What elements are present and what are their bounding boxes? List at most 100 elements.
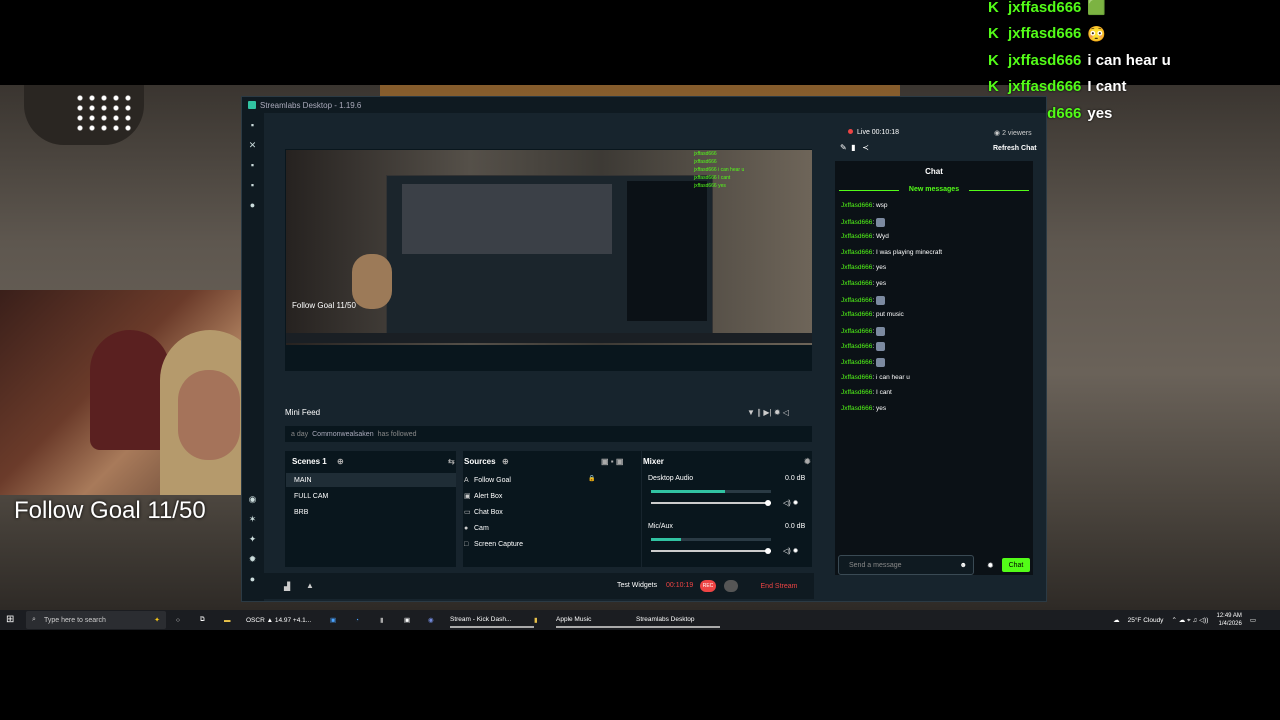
app-icon-1[interactable]: ▣ (330, 612, 336, 628)
chat-username[interactable]: Jxffasd666 (841, 219, 872, 226)
app-icon-3[interactable]: ▣ (404, 612, 410, 628)
widgets-icon[interactable]: ⧉ (200, 612, 205, 628)
chat-input[interactable]: Send a message ☻ (838, 555, 974, 575)
source-type-icon: □ (464, 540, 469, 548)
mixer-channel-controls[interactable]: ◁) ✹ (783, 499, 813, 507)
chat-username[interactable]: Jxffasd666 (841, 405, 872, 412)
taskbar-app[interactable]: Stream - Kick Dash... (450, 612, 534, 628)
weather-text[interactable]: 25°F Cloudy (1128, 617, 1164, 624)
scene-collection-icon[interactable]: ⇆ (448, 457, 455, 466)
taskbar-search-placeholder: Type here to search (44, 616, 106, 624)
volume-slider[interactable] (651, 500, 771, 506)
source-type-icon: A (464, 476, 469, 484)
streamlabs-window: Streamlabs Desktop - 1.19.6 ▪ ✕ ▪ ▪ ● ◉ … (241, 96, 1047, 602)
themes-icon[interactable]: ✕ (248, 141, 257, 150)
preview-chat-line: jxffasd666 I cant (694, 175, 731, 181)
source-item[interactable]: A Follow Goal (464, 473, 644, 487)
refresh-chat-button[interactable]: Refresh Chat (993, 145, 1037, 152)
scene-item[interactable]: MAIN (286, 473, 456, 487)
chat-username[interactable]: Jxffasd666 (841, 344, 872, 351)
mixer-settings-icon[interactable]: ✹ (804, 457, 811, 466)
end-stream-button[interactable]: End Stream (747, 577, 811, 595)
chat-username[interactable]: Jxffasd666 (841, 328, 872, 335)
emoji-icon[interactable]: ☻ (960, 562, 967, 569)
chat-username[interactable]: Jxffasd666 (841, 264, 872, 271)
discord-icon[interactable]: ◉ (428, 612, 434, 628)
chat-username[interactable]: Jxffasd666 (841, 359, 872, 366)
rec-button[interactable]: REC (700, 580, 716, 592)
test-widgets-button[interactable]: Test Widgets (617, 582, 657, 589)
chat-settings-icon[interactable]: ✹ (987, 561, 994, 570)
chat-username[interactable]: Jxffasd666 (841, 374, 872, 381)
clock[interactable]: 12:49 AM 1/4/2026 (1216, 612, 1241, 628)
source-tools-icon[interactable]: ▣ ▪ ▣ (601, 457, 623, 466)
stats-icon[interactable]: ▟ (284, 582, 290, 591)
chat-text: put music (875, 311, 904, 319)
chat-username[interactable]: Jxffasd666 (841, 311, 872, 318)
edge-icon[interactable]: ◔ (355, 612, 359, 628)
add-scene-icon[interactable]: ⊕ (337, 457, 344, 466)
notification-icon[interactable]: ▭ (1250, 616, 1256, 624)
chat-text: Wyd (875, 233, 889, 241)
stream-preview[interactable]: Follow Goal 11/50 jxffasd666 jxffasd666 jx… (286, 150, 812, 345)
source-item[interactable]: ▭ Chat Box (464, 505, 644, 519)
minifeed-user: Commonwealsaken (312, 430, 374, 438)
task-view-icon[interactable]: ○ (176, 612, 180, 628)
viewer-count-text: 2 viewers (1002, 130, 1032, 137)
file-explorer-icon[interactable]: ▬ (224, 612, 231, 628)
mixer-channel-controls[interactable]: ◁) ✹ (783, 547, 813, 555)
preview-nested-screen (386, 175, 713, 342)
overlay-chat-user: jxffasd666 (1008, 0, 1082, 16)
scene-item[interactable]: FULL CAM (286, 489, 456, 503)
app-icon-2[interactable]: ▮ (380, 612, 384, 628)
preview-webcam (352, 254, 392, 309)
chat-username[interactable]: Jxffasd666 (841, 297, 872, 304)
app-icon-4[interactable]: ▮ (534, 612, 538, 628)
alert-icon[interactable]: ▲ (306, 581, 314, 590)
minifeed-controls[interactable]: ▼ ∥ ▶| ✹ ◁ (747, 408, 789, 417)
chat-username[interactable]: Jxffasd666 (841, 233, 872, 240)
overlay-chat-message: 😳 (1087, 25, 1107, 43)
lock-icon[interactable]: 🔒 (588, 475, 595, 482)
scene-item[interactable]: BRB (286, 505, 456, 519)
gear-icon[interactable]: ✹ (248, 555, 257, 564)
layout-icon[interactable]: ▪ (248, 181, 257, 190)
taskbar-app[interactable]: OSCR ▲ 14.97 +4.1... (246, 612, 330, 628)
source-item[interactable]: □ Screen Capture (464, 537, 644, 551)
taskbar-app[interactable]: Apple Music (556, 612, 640, 628)
overlay-chat-message: yes (1087, 104, 1113, 122)
window-titlebar[interactable]: Streamlabs Desktop - 1.19.6 (242, 97, 1046, 113)
preview-chat-line: jxffasd666 (694, 159, 717, 165)
taskbar-search[interactable]: ⌕ Type here to search ✦ (26, 611, 166, 629)
user-icon[interactable]: ● (248, 575, 257, 584)
tray-icons[interactable]: ⌃ ☁ ⌖ ♫ ◁)) (1171, 616, 1208, 625)
overlay-chat-line: Kjxffasd666 i can hear u (988, 47, 1268, 74)
settings-icon[interactable]: ● (248, 201, 257, 210)
source-item[interactable]: ▣ Alert Box (464, 489, 644, 503)
link-icon[interactable]: ✶ (248, 515, 257, 524)
chat-username[interactable]: Jxffasd666 (841, 249, 872, 256)
viewer-count: ◉ 2 viewers (994, 130, 1032, 137)
add-source-icon[interactable]: ⊕ (502, 457, 509, 466)
volume-meter (651, 490, 771, 493)
chat-username[interactable]: Jxffasd666 (841, 389, 872, 396)
tools-icon[interactable]: ✦ (248, 535, 257, 544)
store-icon[interactable]: ▪ (248, 161, 257, 170)
mixer-channel-name: Mic/Aux (648, 523, 673, 530)
globe-icon[interactable]: ◉ (248, 495, 257, 504)
source-type-icon: ▭ (464, 509, 471, 516)
chat-username[interactable]: Jxffasd666 (841, 280, 872, 287)
chat-username[interactable]: Jxffasd666 (841, 202, 872, 209)
chat-emote-icon (875, 342, 885, 352)
source-label: Cam (474, 524, 489, 532)
overlay-chat-user: jxffasd666 (1008, 51, 1082, 69)
replay-buffer-button[interactable] (724, 580, 738, 592)
taskbar-app[interactable]: Streamlabs Desktop (636, 612, 720, 628)
source-item[interactable]: ● Cam (464, 521, 644, 535)
volume-slider[interactable] (651, 548, 771, 554)
gaming-chair (90, 330, 170, 450)
editor-icon[interactable]: ▪ (248, 121, 257, 130)
windows-start-icon[interactable]: ⊞ (6, 615, 16, 625)
chat-tools[interactable]: ✎ ▮ ≺ (840, 143, 869, 152)
chat-send-button[interactable]: Chat (1002, 558, 1030, 572)
